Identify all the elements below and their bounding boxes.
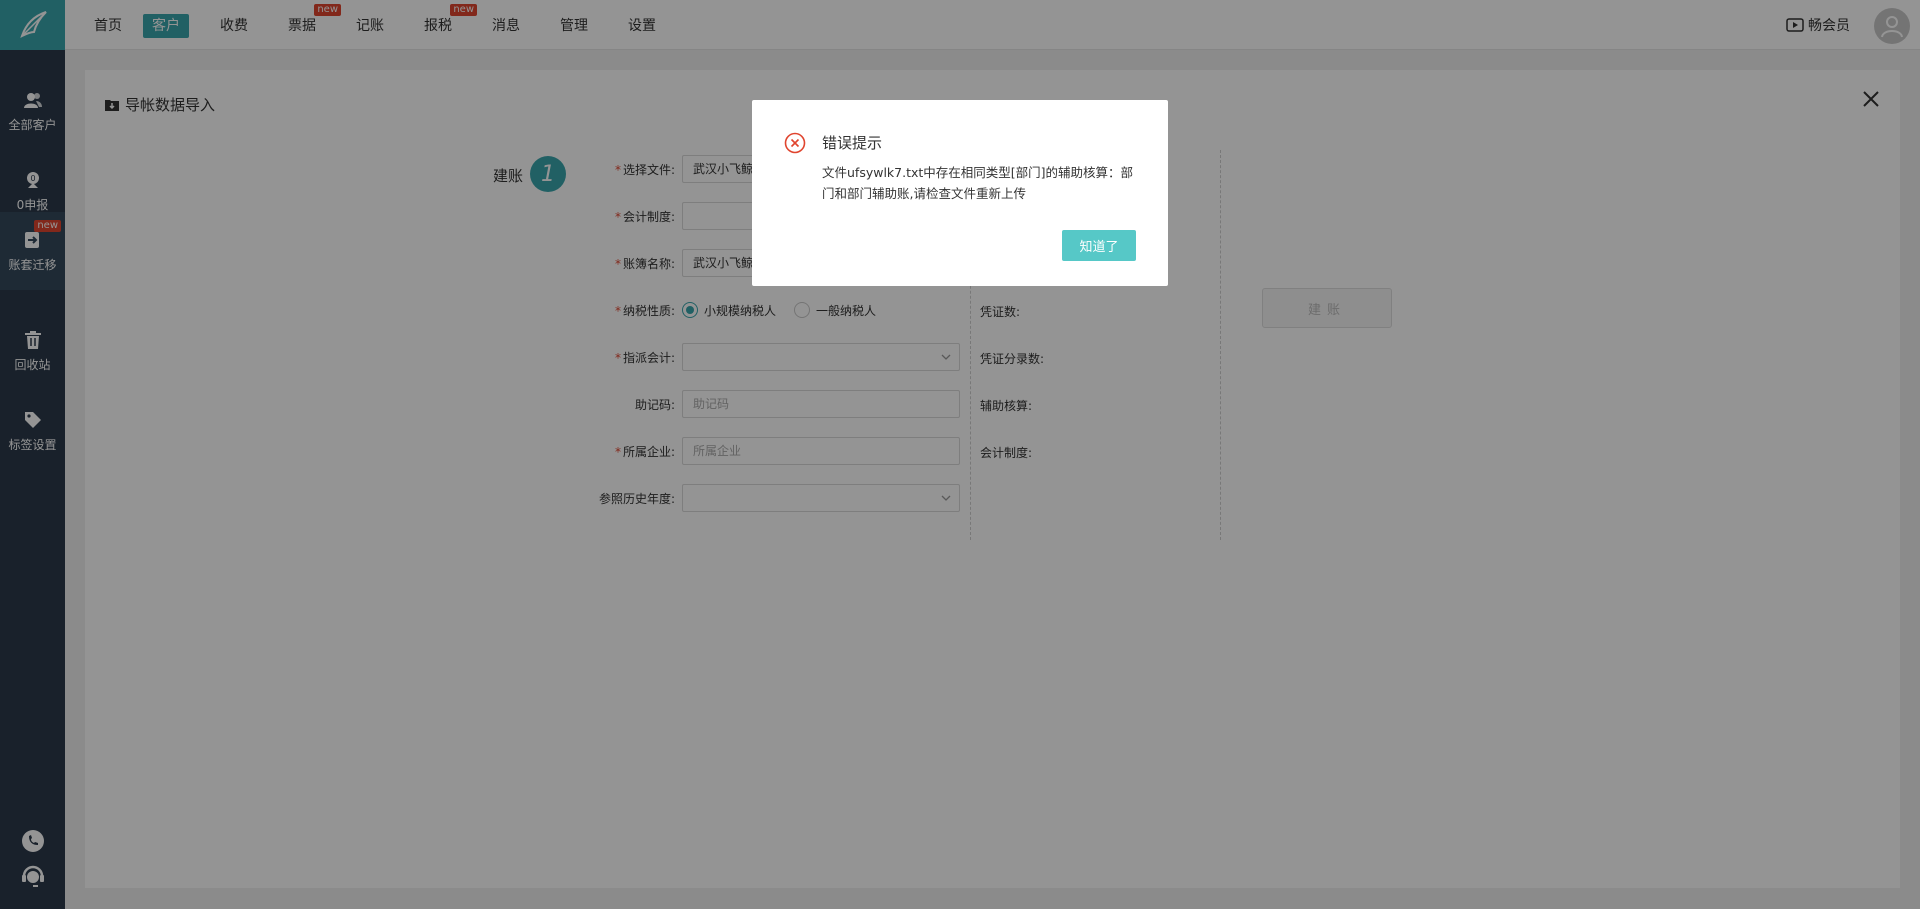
error-dialog: 错误提示 文件ufsywlk7.txt中存在相同类型[部门]的辅助核算：部门和部… [752, 100, 1168, 286]
dialog-message: 文件ufsywlk7.txt中存在相同类型[部门]的辅助核算：部门和部门辅助账,… [822, 165, 1134, 201]
confirm-button[interactable]: 知道了 [1062, 230, 1136, 261]
dialog-title: 错误提示 [822, 134, 883, 152]
error-icon [784, 132, 806, 154]
